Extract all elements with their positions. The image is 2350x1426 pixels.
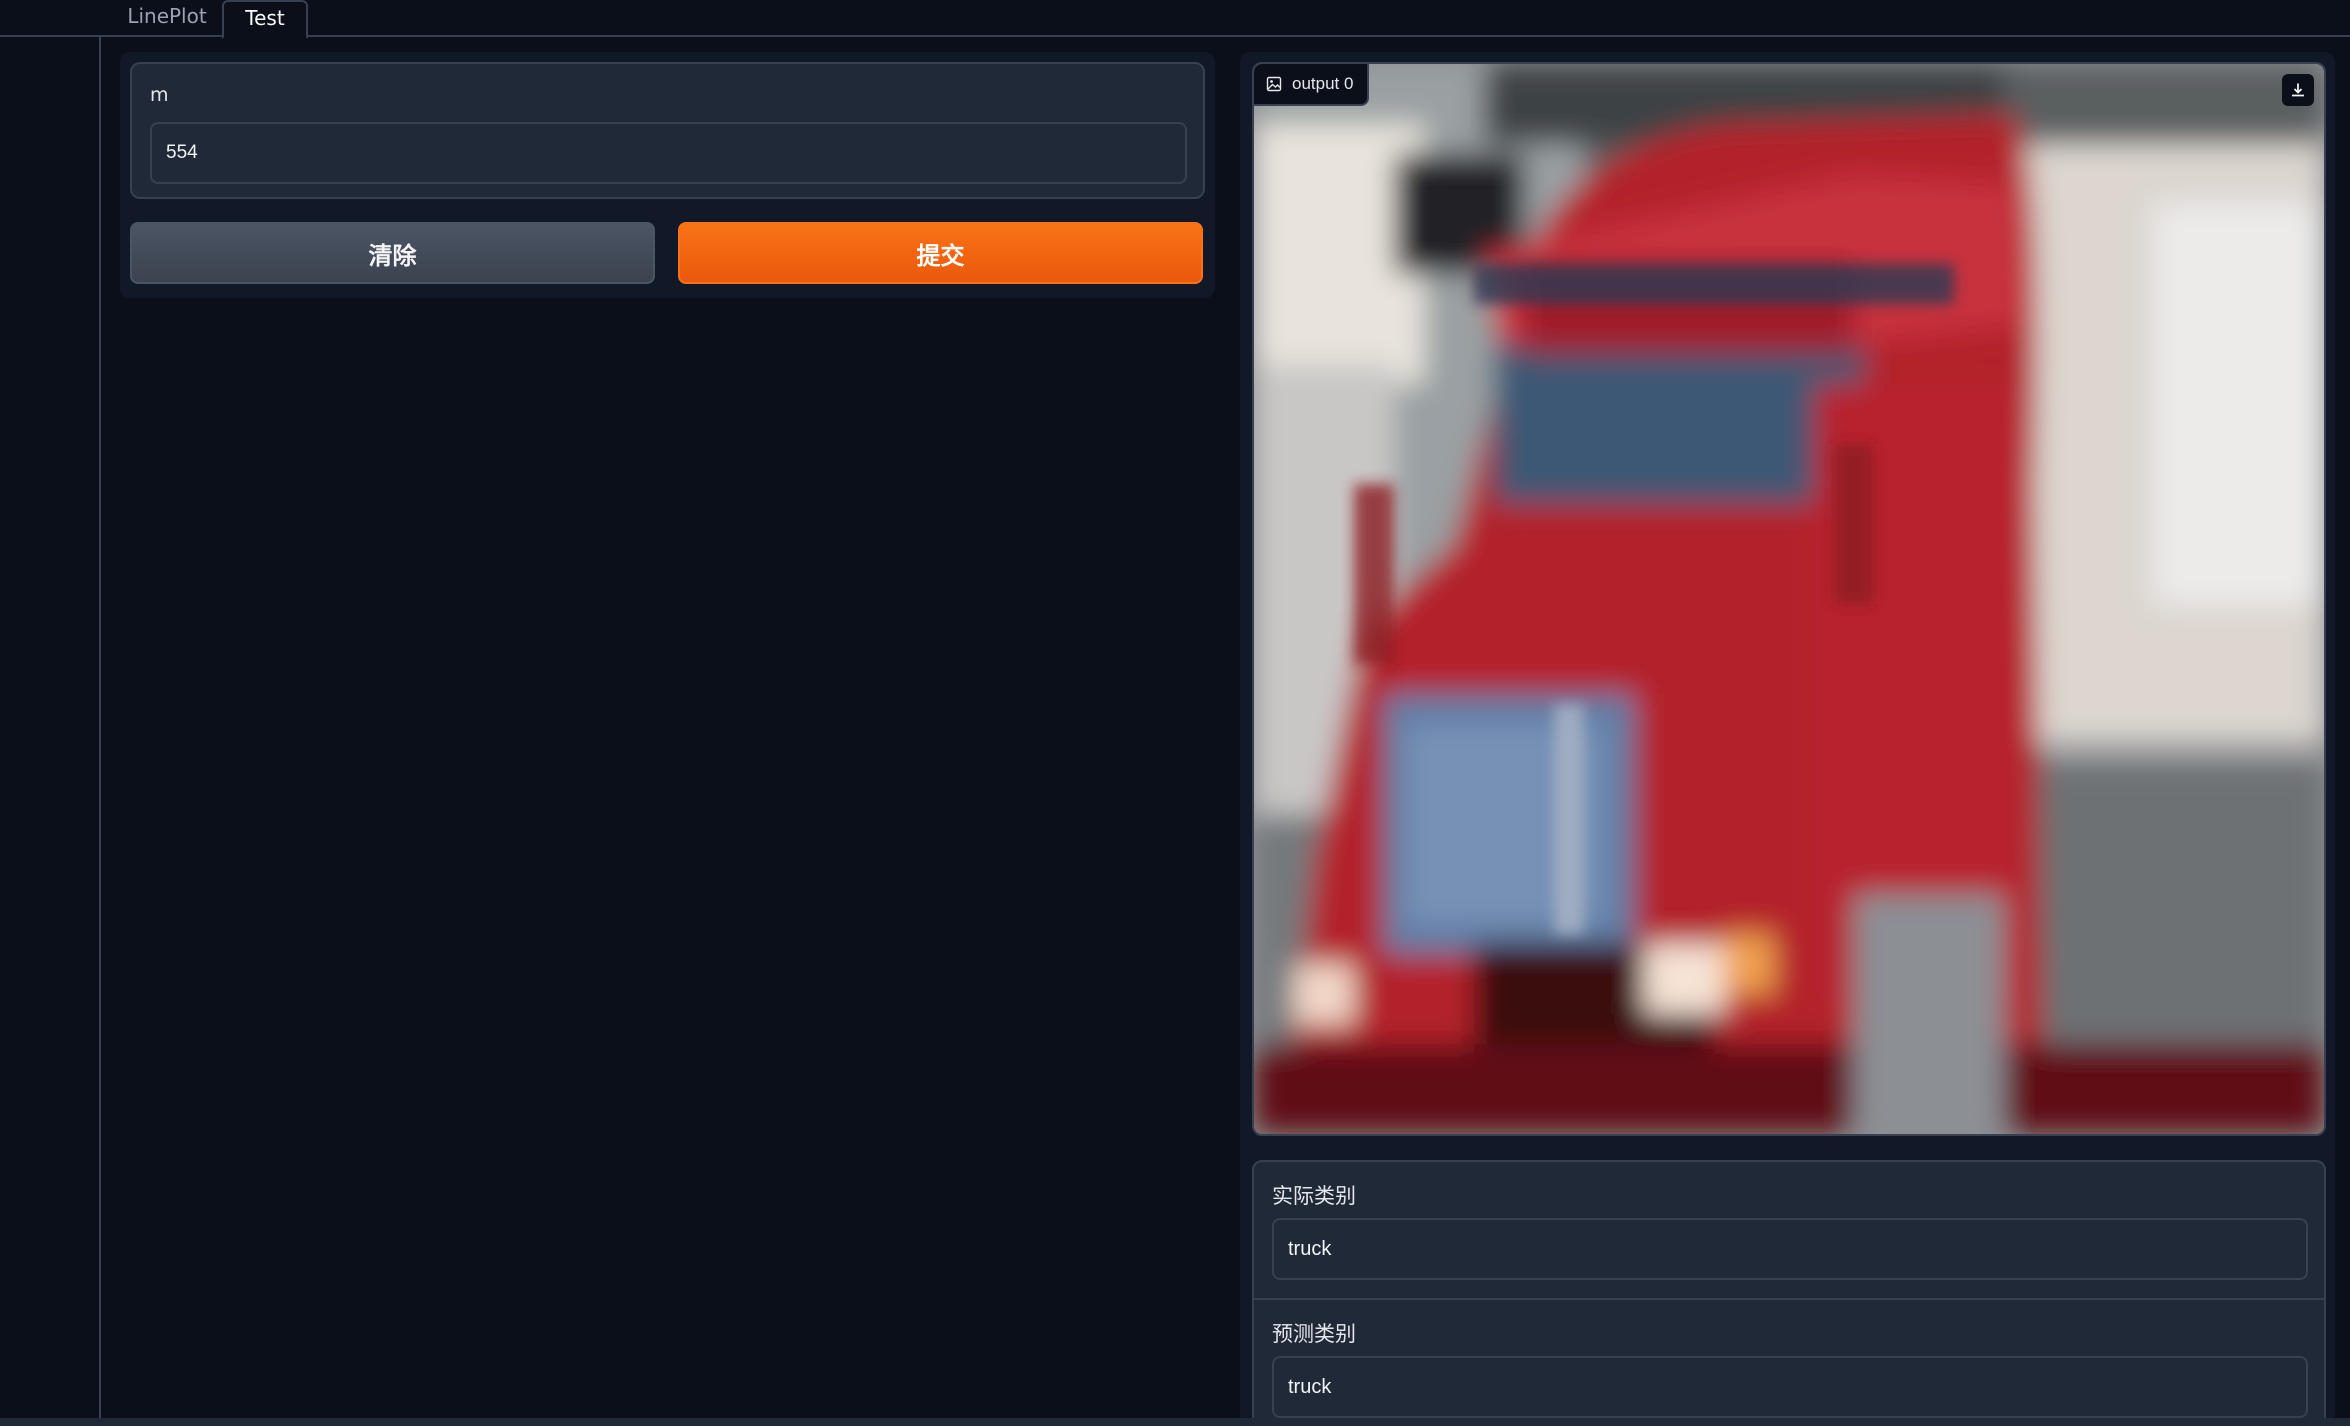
app-page: LinePlot Test m 554 清除 提交 output 0 实际类别 … — [0, 0, 2350, 1426]
m-field-label: m — [150, 84, 169, 106]
download-button[interactable] — [2282, 74, 2314, 106]
m-number-field: m 554 — [130, 62, 1205, 199]
clear-button[interactable]: 清除 — [130, 222, 655, 284]
predicted-class-output[interactable]: truck — [1272, 1356, 2308, 1418]
predicted-class-label: 预测类别 — [1272, 1322, 1356, 1346]
tab-bar: LinePlot Test — [0, 0, 2350, 39]
image-icon — [1266, 76, 1282, 92]
output-image-label-text: output 0 — [1292, 74, 1354, 93]
m-input[interactable]: 554 — [150, 122, 1187, 184]
actual-class-label: 实际类别 — [1272, 1184, 1356, 1208]
tab-test[interactable]: Test — [222, 0, 308, 39]
actual-class-field: 实际类别 truck — [1254, 1162, 2324, 1298]
output-image — [1254, 64, 2324, 1134]
actual-class-output[interactable]: truck — [1272, 1218, 2308, 1280]
tab-lineplot[interactable]: LinePlot — [112, 0, 222, 37]
predicted-class-field: 预测类别 truck — [1254, 1298, 2324, 1424]
output-image-panel: output 0 — [1252, 62, 2326, 1136]
submit-button[interactable]: 提交 — [678, 222, 1203, 284]
download-icon — [2292, 83, 2304, 97]
bottom-strip — [0, 1418, 2350, 1426]
result-fields-group: 实际类别 truck 预测类别 truck — [1252, 1160, 2326, 1426]
output-image-label: output 0 — [1254, 64, 1370, 106]
